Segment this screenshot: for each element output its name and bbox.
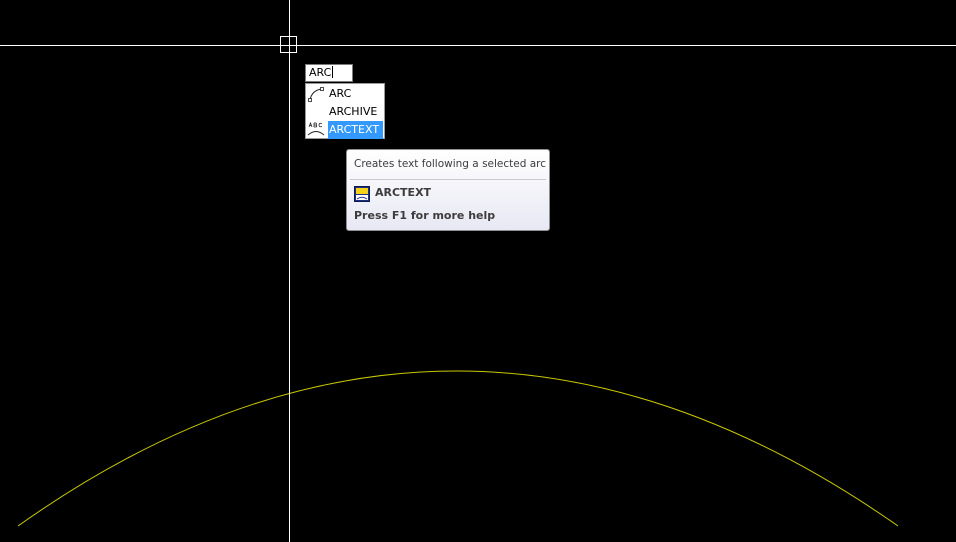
model-space bbox=[17, 370, 899, 527]
autocomplete-item-label: ARCTEXT bbox=[328, 121, 383, 139]
text-caret bbox=[332, 66, 334, 78]
autocomplete-list[interactable]: ARC ARCHIVE ARCTEXT bbox=[305, 83, 385, 139]
crosshair-vertical bbox=[289, 0, 290, 542]
tooltip-help-hint: Press F1 for more help bbox=[354, 209, 496, 222]
arc-entity[interactable] bbox=[17, 370, 899, 527]
autocomplete-item-label: ARC bbox=[329, 87, 352, 100]
arctext-command-icon bbox=[354, 186, 370, 202]
tooltip-command-name: ARCTEXT bbox=[375, 186, 432, 199]
autocomplete-item-label: ARCHIVE bbox=[329, 105, 378, 118]
drawing-canvas[interactable]: ARC ARC ARCHIVE ARCTEXT Creates text fol… bbox=[0, 0, 956, 542]
arctext-icon bbox=[307, 122, 325, 136]
autocomplete-item-archive[interactable]: ARCHIVE bbox=[306, 103, 384, 121]
cursor-pickbox bbox=[280, 36, 297, 53]
dynamic-command-input[interactable]: ARC bbox=[305, 64, 353, 82]
tooltip-description: Creates text following a selected arc bbox=[354, 158, 547, 170]
arc-icon bbox=[308, 87, 324, 102]
autocomplete-item-arctext[interactable]: ARCTEXT bbox=[306, 121, 384, 139]
crosshair-horizontal bbox=[0, 45, 956, 46]
autocomplete-item-arc[interactable]: ARC bbox=[306, 85, 384, 103]
tooltip-divider bbox=[350, 179, 546, 180]
command-tooltip: Creates text following a selected arc AR… bbox=[346, 149, 550, 231]
command-input-text: ARC bbox=[309, 66, 332, 79]
